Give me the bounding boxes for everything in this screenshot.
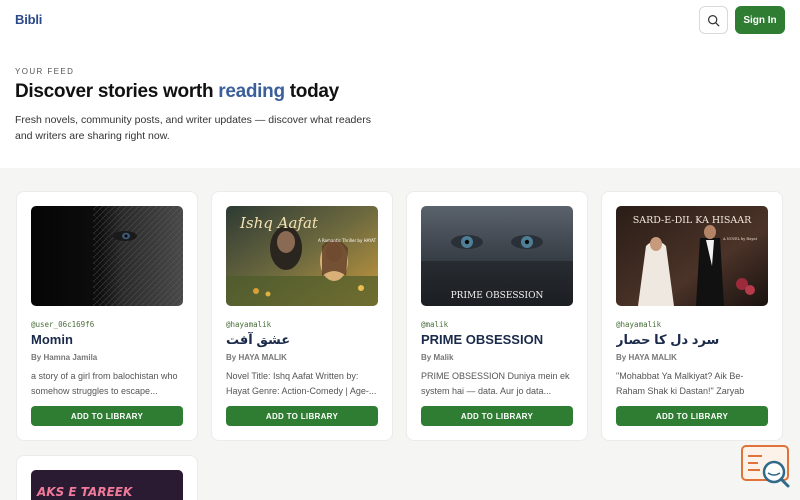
feed-description: Fresh novels, community posts, and write…: [15, 114, 371, 142]
title-pre: Discover stories worth: [15, 81, 219, 102]
story-card[interactable]: PRIME OBSESSION @malik PRIME OBSESSION B…: [406, 191, 588, 441]
author-handle[interactable]: @user_06c169f6: [31, 320, 94, 329]
feed-hero: YOUR FEED Discover stories worth reading…: [0, 40, 800, 168]
story-title[interactable]: عشق آفت: [226, 332, 386, 348]
cover-title-text: SARD-E-DIL KA HISAAR: [633, 215, 752, 226]
search-icon: [708, 14, 720, 26]
page-title: Discover stories worth reading today: [15, 81, 339, 103]
cover-subtitle-text: A NOVEL by Hayat: [722, 237, 758, 241]
cover-image-sard-e-dil: SARD-E-DIL KA HISAAR A NOVEL by Hayat: [616, 206, 768, 306]
story-cover[interactable]: [31, 206, 183, 306]
story-cover[interactable]: AKS E TAREEK: [31, 470, 183, 500]
cover-image-momin: [31, 206, 183, 306]
story-card[interactable]: @user_06c169f6 Momin By Hamna Jamila a s…: [16, 191, 198, 441]
add-to-library-button[interactable]: ADD TO LIBRARY: [421, 406, 573, 426]
feed-eyebrow: YOUR FEED: [15, 67, 75, 76]
cover-image-prime-obsession: PRIME OBSESSION: [421, 206, 573, 306]
title-post: today: [284, 81, 339, 102]
title-accent: reading: [218, 81, 285, 102]
search-button[interactable]: [699, 6, 728, 34]
story-title[interactable]: Momin: [31, 332, 191, 347]
cover-image-ishq-aafat: Ishq Aafat A Romantic Thriller by HAYAT: [226, 206, 378, 306]
story-blurb: Novel Title: Ishq Aafat Written by: Haya…: [226, 371, 377, 396]
story-blurb: a story of a girl from balochistan who s…: [31, 371, 178, 396]
add-to-library-button[interactable]: ADD TO LIBRARY: [226, 406, 378, 426]
author-handle[interactable]: @malik: [421, 320, 448, 329]
cover-title-text: PRIME OBSESSION: [451, 291, 544, 301]
story-author: By Malik: [421, 353, 454, 362]
story-title[interactable]: سرد دل کا حصار: [616, 332, 776, 348]
add-to-library-button[interactable]: ADD TO LIBRARY: [616, 406, 768, 426]
author-handle[interactable]: @hayamalik: [616, 320, 661, 329]
story-cover[interactable]: PRIME OBSESSION: [421, 206, 573, 306]
story-blurb: "Mohabbat Ya Malkiyat? Aik Be-Raham Shak…: [616, 371, 745, 396]
cover-title-text: Ishq Aafat: [239, 214, 319, 232]
story-author: By Hamna Jamila: [31, 353, 98, 362]
story-cover[interactable]: SARD-E-DIL KA HISAAR A NOVEL by Hayat: [616, 206, 768, 306]
sign-in-button[interactable]: Sign In: [735, 6, 785, 34]
story-cover[interactable]: Ishq Aafat A Romantic Thriller by HAYAT: [226, 206, 378, 306]
story-card[interactable]: AKS E TAREEK: [16, 455, 198, 500]
story-title[interactable]: PRIME OBSESSION: [421, 332, 581, 347]
app-logo[interactable]: Bibli: [15, 12, 42, 27]
cover-subtitle-text: A Romantic Thriller by HAYAT: [318, 238, 377, 243]
floating-help-button[interactable]: [740, 444, 792, 490]
cover-title-text: AKS E TAREEK: [36, 485, 134, 499]
top-navbar: Bibli Sign In: [0, 0, 800, 40]
story-blurb: PRIME OBSESSION Duniya mein ek system ha…: [421, 371, 570, 396]
cover-image-aks-e-tareek: AKS E TAREEK: [31, 470, 183, 500]
story-feed: @user_06c169f6 Momin By Hamna Jamila a s…: [0, 168, 800, 500]
story-author: By HAYA MALIK: [226, 353, 287, 362]
add-to-library-button[interactable]: ADD TO LIBRARY: [31, 406, 183, 426]
author-handle[interactable]: @hayamalik: [226, 320, 271, 329]
chat-search-icon: [741, 445, 790, 488]
story-author: By HAYA MALIK: [616, 353, 677, 362]
story-card[interactable]: SARD-E-DIL KA HISAAR A NOVEL by Hayat @h…: [601, 191, 783, 441]
story-card[interactable]: Ishq Aafat A Romantic Thriller by HAYAT …: [211, 191, 393, 441]
